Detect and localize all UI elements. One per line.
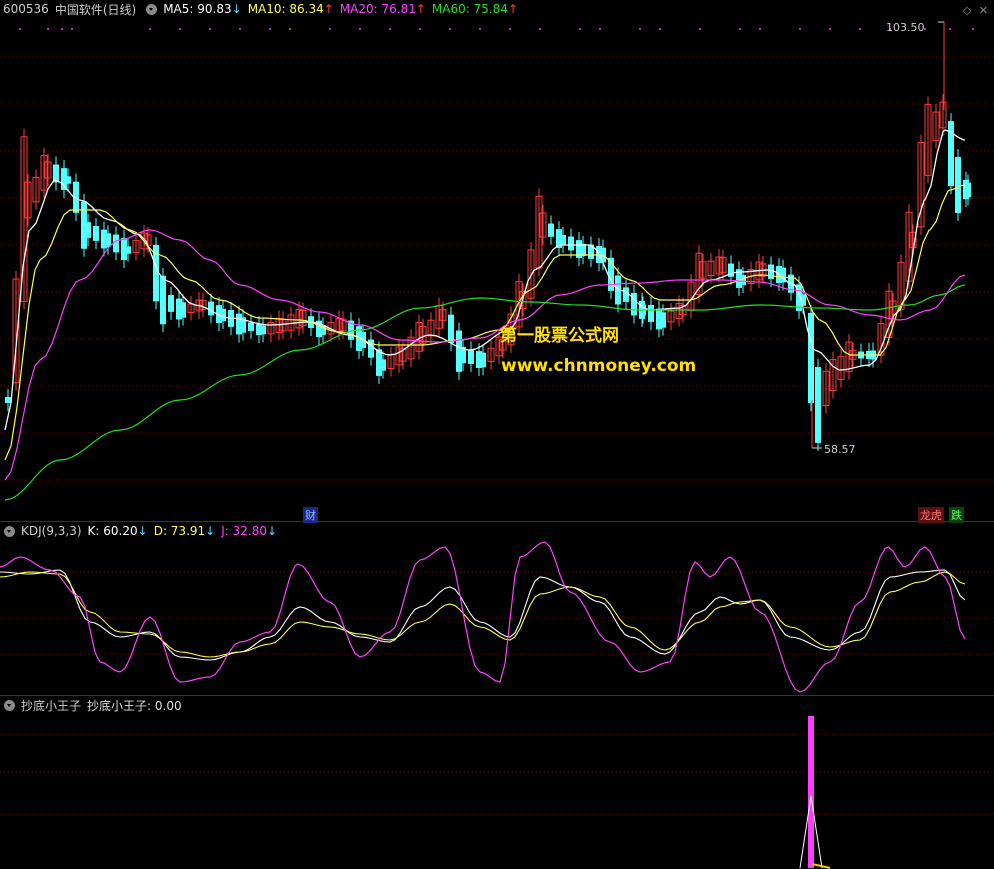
marker-dot [949,28,951,30]
marker-dot [799,28,801,30]
watermark-title: 第一股票公式网 [500,326,619,346]
signal-bar [808,716,814,868]
marker-dot [759,28,761,30]
candle-body-down [125,246,131,254]
watermark-url: www.chnmoney.com [501,356,697,376]
kdj-chart[interactable] [0,522,994,695]
marker-dot [659,28,661,30]
candle-body-down [260,325,266,335]
marker-dot [239,28,241,30]
candle-body-down [220,308,226,322]
kdj-d-line [0,571,966,658]
marker-dot [972,28,974,30]
candle-body-down [168,295,174,312]
candle-body-down [560,234,566,246]
marker-dot [269,28,271,30]
marker-dot [739,28,741,30]
marker-dot [289,28,291,30]
chaodi-chart[interactable] [0,696,994,869]
marker-dot [359,28,361,30]
marker-dot [579,28,581,30]
marker-dot [419,28,421,30]
candle-body-down [808,312,814,404]
marker-dot [329,28,331,30]
marker-dot [639,28,641,30]
marker-dot [149,28,151,30]
candle-body-down [93,226,99,241]
candle-body-down [105,233,111,247]
marker-dot [61,28,63,30]
candle-body-down [65,176,71,184]
candle-body-down [548,223,554,237]
marker-dot [479,28,481,30]
candle-body-down [85,222,91,238]
candle-body-down [5,397,11,403]
candle-body-down [568,236,574,251]
candle-body-down [580,243,586,257]
longhu-list-tag[interactable]: 龙虎 [918,507,944,523]
price-chart-panel[interactable]: 600536 中国软件 (日线) MA5: 90.83↓ MA10: 86.34… [0,0,994,523]
candle-body-down [468,349,474,364]
candle-body-down [955,157,961,213]
candle-body-down [965,182,971,198]
candle-body-down [180,302,186,318]
candle-body-down [208,301,214,316]
financial-report-tag[interactable]: 财 [303,507,318,523]
high-price-label: 103.50 [886,21,925,34]
drop-tag[interactable]: 跌 [949,507,964,523]
kdj-panel[interactable]: KDJ(9,3,3) K: 60.20↓ D: 73.91↓ J: 32.80↓ [0,522,994,696]
candle-body-down [480,352,486,368]
kdj-k-line [0,569,966,661]
low-price-label: 58.57 [824,443,856,456]
marker-dot [19,28,21,30]
kdj-j-line [0,541,966,693]
marker-dot [209,28,211,30]
marker-dot [539,28,541,30]
marker-dot [71,28,73,30]
chaodi-panel[interactable]: 抄底小王子 抄底小王子: 0.00 [0,696,994,869]
marker-dot [47,28,49,30]
marker-dot [449,28,451,30]
marker-dot [859,28,861,30]
candle-body-down [660,312,666,328]
marker-dot [699,28,701,30]
candle-body-down [648,305,654,322]
candle-body-down [248,322,254,331]
marker-dot [389,28,391,30]
marker-dot [829,28,831,30]
candle-body-down [815,367,821,443]
marker-dot [179,28,181,30]
marker-dot [599,28,601,30]
candle-body-down [160,275,166,325]
candle-body-down [448,314,454,343]
marker-dot [509,28,511,30]
candle-body-down [623,287,629,302]
candle-body-down [380,359,386,371]
